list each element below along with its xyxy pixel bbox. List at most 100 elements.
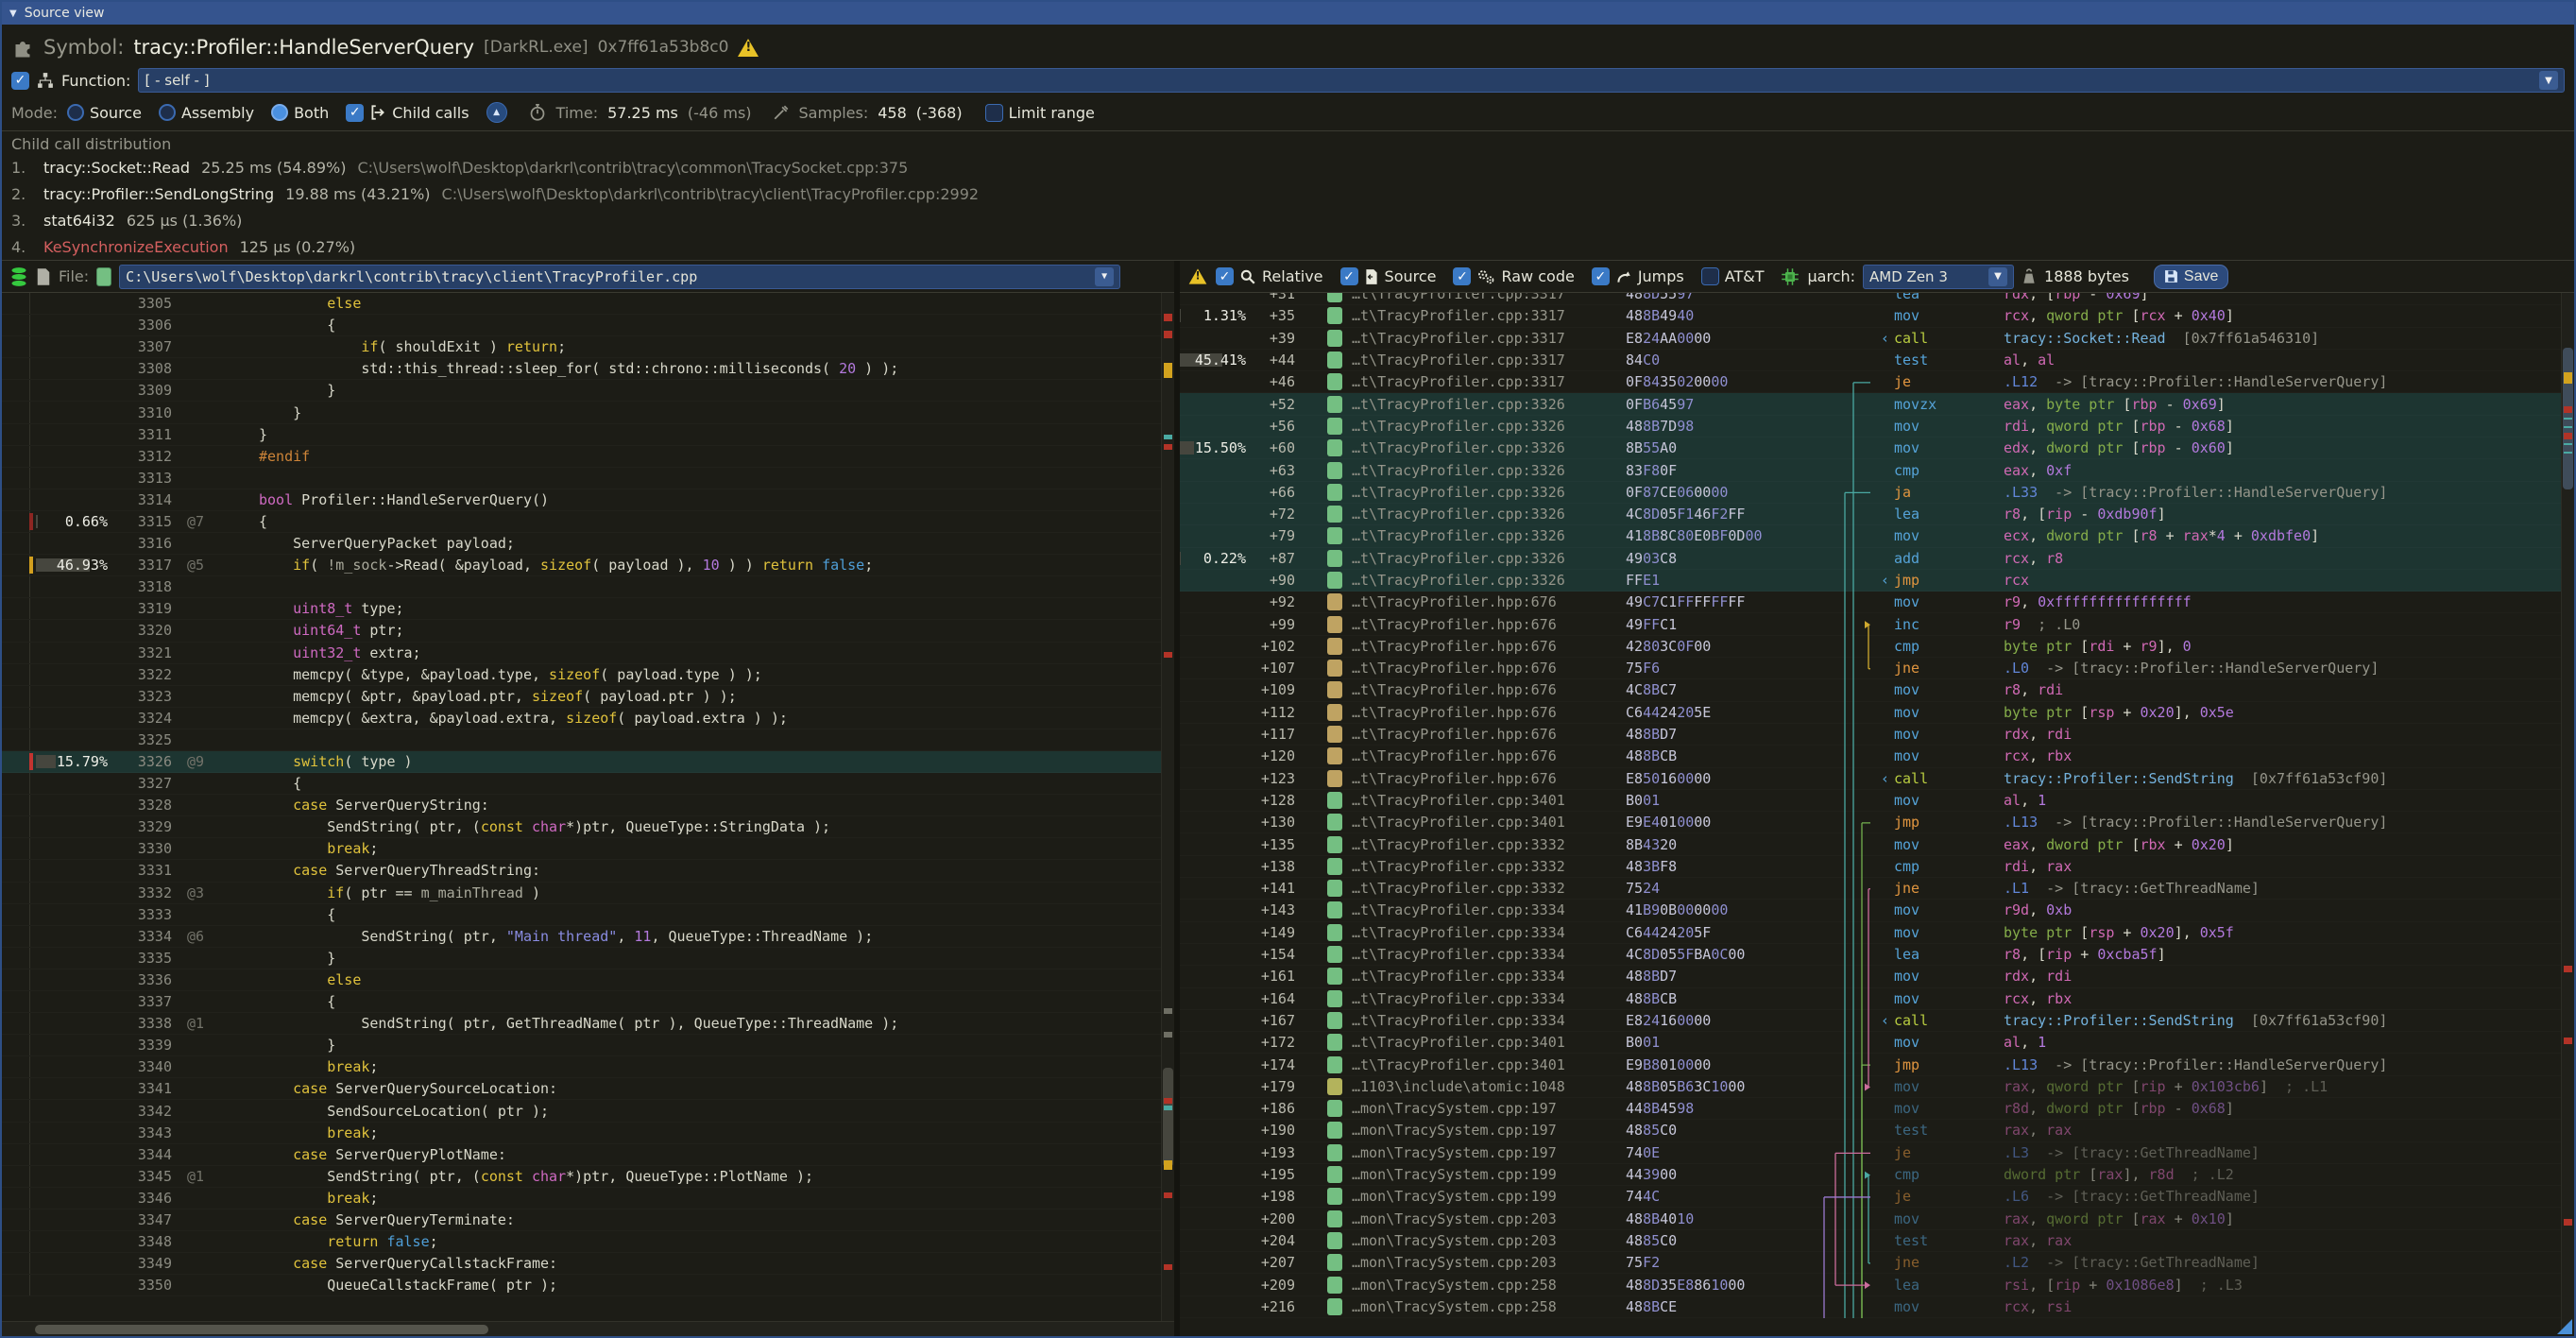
source-line[interactable]: 15.79%3326@9 switch( type ) xyxy=(2,751,1174,773)
source-line[interactable]: 3316 ServerQueryPacket payload; xyxy=(2,533,1174,555)
assembly-row[interactable]: +204…mon\TracySystem.cpp:2034885C0testra… xyxy=(1180,1230,2561,1252)
chevron-down-icon[interactable]: ▼ xyxy=(1988,267,2007,286)
assembly-row[interactable]: +99…t\TracyProfiler.hpp:67649FFC1incr9 ;… xyxy=(1180,613,2561,635)
source-line[interactable]: 3323 memcpy( &ptr, &payload.ptr, sizeof(… xyxy=(2,686,1174,708)
assembly-row[interactable]: +72…t\TracyProfiler.cpp:33264C8D05F146F2… xyxy=(1180,504,2561,525)
file-combo[interactable]: C:\Users\wolf\Desktop\darkrl\contrib\tra… xyxy=(119,265,1120,289)
assembly-row[interactable]: +143…t\TracyProfiler.cpp:333441B90B00000… xyxy=(1180,900,2561,921)
collapse-triangle-icon[interactable]: ▼ xyxy=(9,9,17,19)
source-checkbox[interactable]: ✓ xyxy=(1340,267,1358,285)
assembly-vscrollbar[interactable] xyxy=(2561,293,2574,1330)
assembly-row[interactable]: 45.41%+44…t\TracyProfiler.cpp:331784C0te… xyxy=(1180,350,2561,371)
assembly-row[interactable]: +79…t\TracyProfiler.cpp:3326418B8C80E0BF… xyxy=(1180,525,2561,547)
source-line[interactable]: 3318 xyxy=(2,576,1174,598)
source-line[interactable]: 3328 case ServerQueryString: xyxy=(2,795,1174,816)
jumps-checkbox[interactable]: ✓ xyxy=(1592,267,1610,285)
source-line[interactable]: 3329 SendString( ptr, (const char*)ptr, … xyxy=(2,816,1174,838)
source-line[interactable]: 3338@1 SendString( ptr, GetThreadName( p… xyxy=(2,1013,1174,1035)
assembly-row[interactable]: +39…t\TracyProfiler.cpp:3317E824AA0000‹c… xyxy=(1180,328,2561,350)
source-line[interactable]: 3344 case ServerQueryPlotName: xyxy=(2,1144,1174,1166)
assembly-row[interactable]: +63…t\TracyProfiler.cpp:332683F80Fcmpeax… xyxy=(1180,459,2561,481)
assembly-row[interactable]: +200…mon\TracySystem.cpp:203488B4010movr… xyxy=(1180,1208,2561,1229)
resize-grip[interactable] xyxy=(2557,1319,2572,1334)
assembly-row[interactable]: +135…t\TracyProfiler.cpp:33328B4320movea… xyxy=(1180,833,2561,855)
source-line[interactable]: 3306 { xyxy=(2,315,1174,336)
source-line[interactable]: 3348 return false; xyxy=(2,1231,1174,1253)
collapse-distribution-button[interactable]: ▲ xyxy=(486,102,507,123)
assembly-row[interactable]: +56…t\TracyProfiler.cpp:3326488B7D98movr… xyxy=(1180,416,2561,437)
source-line[interactable]: 3334@6 SendString( ptr, "Main thread", 1… xyxy=(2,926,1174,948)
assembly-row[interactable]: +164…t\TracyProfiler.cpp:3334488BCBmovrc… xyxy=(1180,988,2561,1010)
assembly-row[interactable]: +193…mon\TracySystem.cpp:197740Eje.L3 ->… xyxy=(1180,1142,2561,1164)
assembly-row[interactable]: +123…t\TracyProfiler.hpp:676E850160000‹c… xyxy=(1180,768,2561,790)
source-line[interactable]: 3332@3 if( ptr == m_mainThread ) xyxy=(2,883,1174,904)
assembly-row[interactable]: +112…t\TracyProfiler.hpp:676C64424205Emo… xyxy=(1180,702,2561,724)
source-line[interactable]: 3349 case ServerQueryCallstackFrame: xyxy=(2,1253,1174,1275)
source-line[interactable]: 3347 case ServerQueryTerminate: xyxy=(2,1209,1174,1231)
assembly-row[interactable]: +209…mon\TracySystem.cpp:258488D35E88610… xyxy=(1180,1274,2561,1295)
assembly-row[interactable]: +109…t\TracyProfiler.hpp:6764C8BC7movr8,… xyxy=(1180,679,2561,701)
source-line[interactable]: 3320 uint64_t ptr; xyxy=(2,620,1174,642)
source-line[interactable]: 3309 } xyxy=(2,380,1174,402)
mode-radio-assembly[interactable]: Assembly xyxy=(159,104,254,122)
source-line[interactable]: 3345@1 SendString( ptr, (const char*)ptr… xyxy=(2,1166,1174,1188)
source-line[interactable]: 0.66%3315@7{ xyxy=(2,511,1174,533)
limit-range-checkbox[interactable] xyxy=(985,104,1003,122)
scrollbar-thumb[interactable] xyxy=(1163,1068,1173,1167)
raw-code-toggle[interactable]: ✓ Raw code xyxy=(1453,267,1574,285)
assembly-row[interactable]: 15.50%+60…t\TracyProfiler.cpp:33268B55A0… xyxy=(1180,437,2561,459)
assembly-row[interactable]: +172…t\TracyProfiler.cpp:3401B001moval, … xyxy=(1180,1032,2561,1054)
assembly-row[interactable]: +120…t\TracyProfiler.hpp:676488BCBmovrcx… xyxy=(1180,746,2561,767)
assembly-row[interactable]: +149…t\TracyProfiler.cpp:3334C64424205Fm… xyxy=(1180,922,2561,944)
child-call-row[interactable]: 3.stat64i32625 μs (1.36%) xyxy=(11,212,2565,238)
assembly-row[interactable]: +190…mon\TracySystem.cpp:1974885C0testra… xyxy=(1180,1120,2561,1141)
source-line[interactable]: 3335 } xyxy=(2,948,1174,969)
assembly-row[interactable]: +102…t\TracyProfiler.hpp:67642803C0F00cm… xyxy=(1180,636,2561,658)
source-line[interactable]: 3307 if( shouldExit ) return; xyxy=(2,336,1174,358)
source-hscroll-thumb[interactable] xyxy=(35,1325,488,1334)
limit-range-toggle[interactable]: Limit range xyxy=(985,104,1095,122)
raw-code-checkbox[interactable]: ✓ xyxy=(1453,267,1471,285)
assembly-row[interactable]: +66…t\TracyProfiler.cpp:33260F87CE060000… xyxy=(1180,482,2561,504)
assembly-row[interactable]: +138…t\TracyProfiler.cpp:3332483BF8cmprd… xyxy=(1180,856,2561,878)
assembly-row[interactable]: +174…t\TracyProfiler.cpp:3401E9B8010000j… xyxy=(1180,1054,2561,1075)
titlebar[interactable]: ▼ Source view xyxy=(2,2,2574,25)
source-line[interactable]: 3336 else xyxy=(2,969,1174,991)
function-checkbox[interactable]: ✓ xyxy=(11,72,29,90)
source-line[interactable]: 46.93%3317@5 if( !m_sock->Read( &payload… xyxy=(2,555,1174,576)
source-line[interactable]: 3339 } xyxy=(2,1035,1174,1056)
source-line[interactable]: 3342 SendSourceLocation( ptr ); xyxy=(2,1100,1174,1122)
assembly-row[interactable]: +179…1103\include\atomic:1048488B05B63C1… xyxy=(1180,1076,2561,1098)
source-line[interactable]: 3314bool Profiler::HandleServerQuery() xyxy=(2,489,1174,511)
radio-icon[interactable] xyxy=(271,104,288,121)
child-calls-toggle[interactable]: ✓ Child calls xyxy=(346,104,469,122)
relative-toggle[interactable]: ✓ Relative xyxy=(1216,267,1323,285)
source-line[interactable]: 3312#endif xyxy=(2,446,1174,468)
uarch-combo[interactable]: AMD Zen 3 ▼ xyxy=(1863,265,2014,289)
assembly-row[interactable]: +186…mon\TracySystem.cpp:197448B4598movr… xyxy=(1180,1098,2561,1120)
child-call-row[interactable]: 2.tracy::Profiler::SendLongString19.88 m… xyxy=(11,185,2565,212)
source-line[interactable]: 3324 memcpy( &extra, &payload.extra, siz… xyxy=(2,708,1174,729)
mode-radio-source[interactable]: Source xyxy=(67,104,142,122)
source-line[interactable]: 3343 break; xyxy=(2,1123,1174,1144)
assembly-row[interactable]: 0.22%+87…t\TracyProfiler.cpp:33264903C8a… xyxy=(1180,548,2561,570)
source-line[interactable]: 3311} xyxy=(2,424,1174,446)
source-line[interactable]: 3327 { xyxy=(2,773,1174,795)
source-toggle[interactable]: ✓ Source xyxy=(1340,267,1437,285)
source-line[interactable]: 3350 QueueCallstackFrame( ptr ); xyxy=(2,1275,1174,1296)
assembly-row[interactable]: +167…t\TracyProfiler.cpp:3334E824160000‹… xyxy=(1180,1010,2561,1032)
source-hscrollbar[interactable] xyxy=(2,1321,1174,1336)
chevron-down-icon[interactable]: ▼ xyxy=(2539,71,2558,90)
assembly-row[interactable]: +117…t\TracyProfiler.hpp:676488BD7movrdx… xyxy=(1180,724,2561,746)
radio-icon[interactable] xyxy=(159,104,176,121)
source-line[interactable]: 3322 memcpy( &type, &payload.type, sizeo… xyxy=(2,664,1174,686)
assembly-row[interactable]: +107…t\TracyProfiler.hpp:67675F6jne.L0 -… xyxy=(1180,658,2561,679)
assembly-row[interactable]: 1.31%+35…t\TracyProfiler.cpp:3317488B494… xyxy=(1180,305,2561,327)
child-call-row[interactable]: 1.tracy::Socket::Read25.25 ms (54.89%)C:… xyxy=(11,159,2565,185)
assembly-row[interactable]: +198…mon\TracySystem.cpp:199744Cje.L6 ->… xyxy=(1180,1186,2561,1208)
source-line[interactable]: 3308 std::this_thread::sleep_for( std::c… xyxy=(2,358,1174,380)
assembly-row[interactable]: +128…t\TracyProfiler.cpp:3401B001moval, … xyxy=(1180,790,2561,812)
assembly-row[interactable]: +195…mon\TracySystem.cpp:199443900cmpdwo… xyxy=(1180,1164,2561,1186)
assembly-row[interactable]: +31…t\TracyProfiler.cpp:3317488D5597lear… xyxy=(1180,293,2561,305)
assembly-row[interactable]: +46…t\TracyProfiler.cpp:33170F8435020000… xyxy=(1180,371,2561,393)
